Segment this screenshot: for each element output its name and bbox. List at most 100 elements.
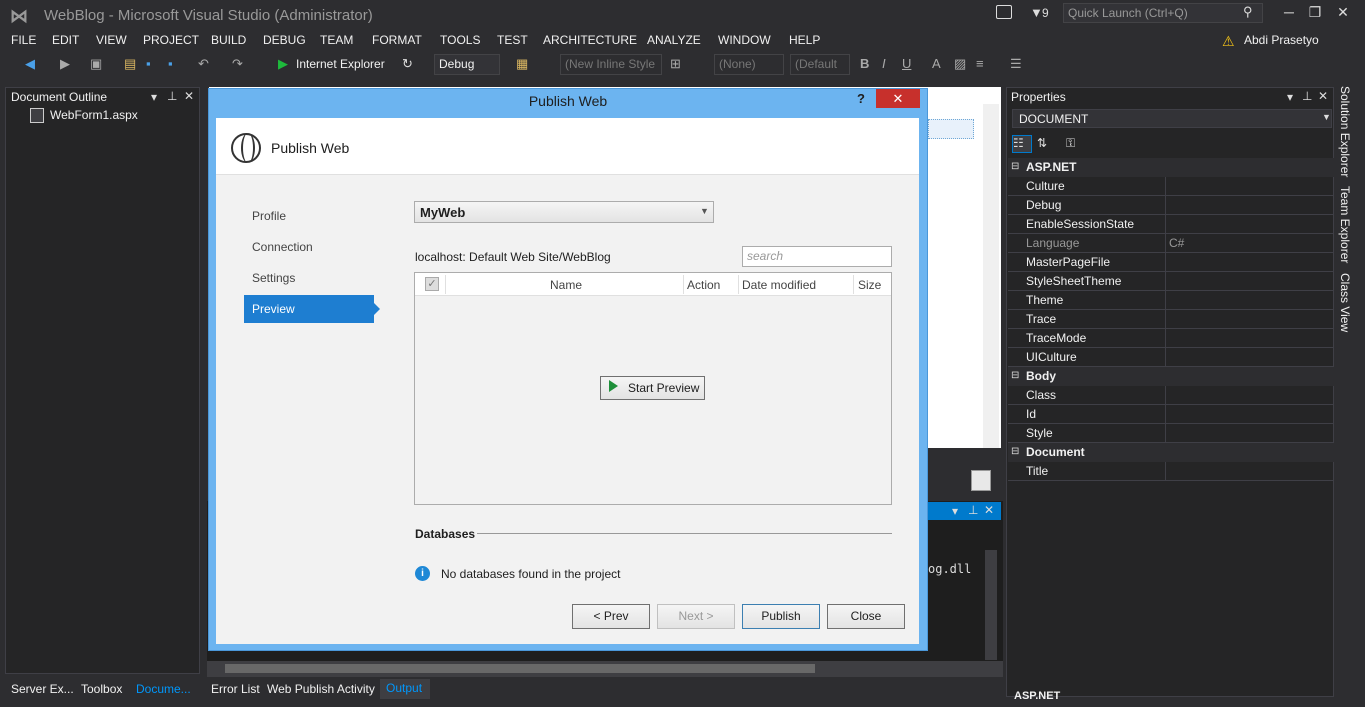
- tab-class-view[interactable]: Class View: [1338, 273, 1352, 332]
- tree-item[interactable]: WebForm1.aspx: [50, 108, 138, 122]
- property-row[interactable]: Culture: [1008, 177, 1334, 196]
- nav-profile[interactable]: Profile: [244, 202, 374, 230]
- property-row[interactable]: Theme: [1008, 291, 1334, 310]
- font-color-icon[interactable]: A: [932, 56, 941, 71]
- column-name[interactable]: Name: [550, 278, 582, 292]
- tab-toolbox[interactable]: Toolbox: [81, 682, 122, 696]
- forward-icon[interactable]: ▶: [60, 56, 70, 72]
- menu-format[interactable]: FORMAT: [372, 33, 422, 47]
- output-pin-icon[interactable]: ⊥: [968, 503, 978, 517]
- close-button[interactable]: Close: [827, 604, 905, 629]
- save-all-icon[interactable]: ▪: [168, 56, 173, 71]
- help-icon[interactable]: ?: [857, 91, 865, 106]
- menu-analyze[interactable]: ANALYZE: [647, 33, 701, 47]
- tab-output[interactable]: Output: [380, 679, 430, 699]
- tab-team-explorer[interactable]: Team Explorer: [1338, 186, 1352, 263]
- menu-debug[interactable]: DEBUG: [263, 33, 306, 47]
- menu-project[interactable]: PROJECT: [143, 33, 199, 47]
- select-all-checkbox[interactable]: ✓: [425, 277, 439, 291]
- search-icon[interactable]: ⚲: [1243, 4, 1253, 20]
- quick-launch-input[interactable]: Quick Launch (Ctrl+Q): [1063, 3, 1263, 23]
- highlight-icon[interactable]: ▨: [954, 56, 966, 72]
- open-file-icon[interactable]: ▤: [124, 56, 136, 72]
- property-category[interactable]: ASP.NET: [1008, 158, 1334, 177]
- redo-icon[interactable]: ↷: [232, 56, 243, 72]
- menu-build[interactable]: BUILD: [211, 33, 246, 47]
- property-category[interactable]: Body: [1008, 367, 1334, 386]
- profile-select[interactable]: MyWeb: [414, 201, 714, 223]
- props-close-icon[interactable]: ✕: [1318, 89, 1328, 103]
- next-button[interactable]: Next >: [657, 604, 735, 629]
- configuration-combo[interactable]: Debug: [434, 54, 500, 75]
- notifications-icon[interactable]: [996, 5, 1012, 19]
- column-action[interactable]: Action: [687, 278, 720, 292]
- design-element[interactable]: [928, 119, 974, 139]
- menu-file[interactable]: FILE: [11, 33, 36, 47]
- property-row[interactable]: EnableSessionState: [1008, 215, 1334, 234]
- property-row[interactable]: MasterPageFile: [1008, 253, 1334, 272]
- props-pin-icon[interactable]: ⊥: [1302, 89, 1312, 103]
- collapse-icon[interactable]: ⊟: [1011, 446, 1019, 457]
- scroll-arrow-icon[interactable]: [971, 470, 991, 491]
- italic-icon[interactable]: I: [882, 56, 886, 71]
- menu-test[interactable]: TEST: [497, 33, 528, 47]
- nav-settings[interactable]: Settings: [244, 264, 374, 292]
- property-row[interactable]: Language C#: [1008, 234, 1334, 253]
- prev-button[interactable]: < Prev: [572, 604, 650, 629]
- editor-scrollbar[interactable]: [983, 104, 999, 448]
- align-icon[interactable]: ≡: [976, 56, 984, 71]
- minimize-icon[interactable]: ─: [1275, 4, 1303, 24]
- target-combo[interactable]: (None): [714, 54, 784, 75]
- close-window-icon[interactable]: ✕: [1329, 4, 1357, 24]
- save-icon[interactable]: ▪: [146, 56, 151, 71]
- property-row[interactable]: Title: [1008, 462, 1334, 481]
- pin-icon[interactable]: ⊥: [167, 89, 177, 103]
- publish-button[interactable]: Publish: [742, 604, 820, 629]
- tab-solution-explorer[interactable]: Solution Explorer: [1338, 86, 1352, 177]
- property-row[interactable]: Style: [1008, 424, 1334, 443]
- output-dropdown-icon[interactable]: ▾: [952, 504, 958, 518]
- bullets-icon[interactable]: ☰: [1010, 56, 1022, 72]
- new-project-icon[interactable]: ▣: [90, 56, 102, 72]
- refresh-icon[interactable]: ↻: [402, 56, 413, 72]
- close-icon[interactable]: ✕: [184, 89, 194, 103]
- menu-help[interactable]: HELP: [789, 33, 820, 47]
- property-row[interactable]: Id: [1008, 405, 1334, 424]
- nav-connection[interactable]: Connection: [244, 233, 374, 261]
- filter-icon[interactable]: ▼: [1030, 5, 1043, 20]
- menu-edit[interactable]: EDIT: [52, 33, 79, 47]
- font-combo[interactable]: (Default: [790, 54, 850, 75]
- css-style-icon[interactable]: ▦: [516, 56, 528, 72]
- dropdown-icon[interactable]: ▾: [151, 90, 157, 104]
- property-row[interactable]: StyleSheetTheme: [1008, 272, 1334, 291]
- tab-error-list[interactable]: Error List: [211, 682, 260, 696]
- property-pages-icon[interactable]: ⚿: [1066, 136, 1075, 151]
- tab-document-outline[interactable]: Docume...: [136, 682, 191, 696]
- output-close-icon[interactable]: ✕: [984, 503, 994, 517]
- property-row[interactable]: TraceMode: [1008, 329, 1334, 348]
- maximize-icon[interactable]: ❐: [1301, 4, 1329, 24]
- categorized-icon[interactable]: ☷: [1012, 135, 1032, 153]
- menu-view[interactable]: VIEW: [96, 33, 127, 47]
- property-row[interactable]: Trace: [1008, 310, 1334, 329]
- search-input[interactable]: search: [742, 246, 892, 267]
- menu-team[interactable]: TEAM: [320, 33, 353, 47]
- menu-architecture[interactable]: ARCHITECTURE: [543, 33, 637, 47]
- collapse-icon[interactable]: ⊟: [1011, 370, 1019, 381]
- property-row[interactable]: Debug: [1008, 196, 1334, 215]
- property-row[interactable]: Class: [1008, 386, 1334, 405]
- menu-window[interactable]: WINDOW: [718, 33, 771, 47]
- output-scrollbar[interactable]: [985, 550, 997, 660]
- run-target[interactable]: Internet Explorer: [296, 57, 385, 71]
- tab-server-explorer[interactable]: Server Ex...: [11, 682, 74, 696]
- target-rule-icon[interactable]: ⊞: [670, 56, 681, 72]
- property-row[interactable]: UICulture: [1008, 348, 1334, 367]
- back-icon[interactable]: ◀: [25, 56, 35, 72]
- collapse-icon[interactable]: ⊟: [1011, 161, 1019, 172]
- chevron-down-icon[interactable]: ▼: [1322, 112, 1331, 122]
- nav-preview[interactable]: Preview: [244, 295, 380, 323]
- scrollbar-thumb[interactable]: [225, 664, 815, 673]
- run-icon[interactable]: ▶: [278, 56, 288, 72]
- style-combo[interactable]: (New Inline Style: [560, 54, 662, 75]
- menu-tools[interactable]: TOOLS: [440, 33, 480, 47]
